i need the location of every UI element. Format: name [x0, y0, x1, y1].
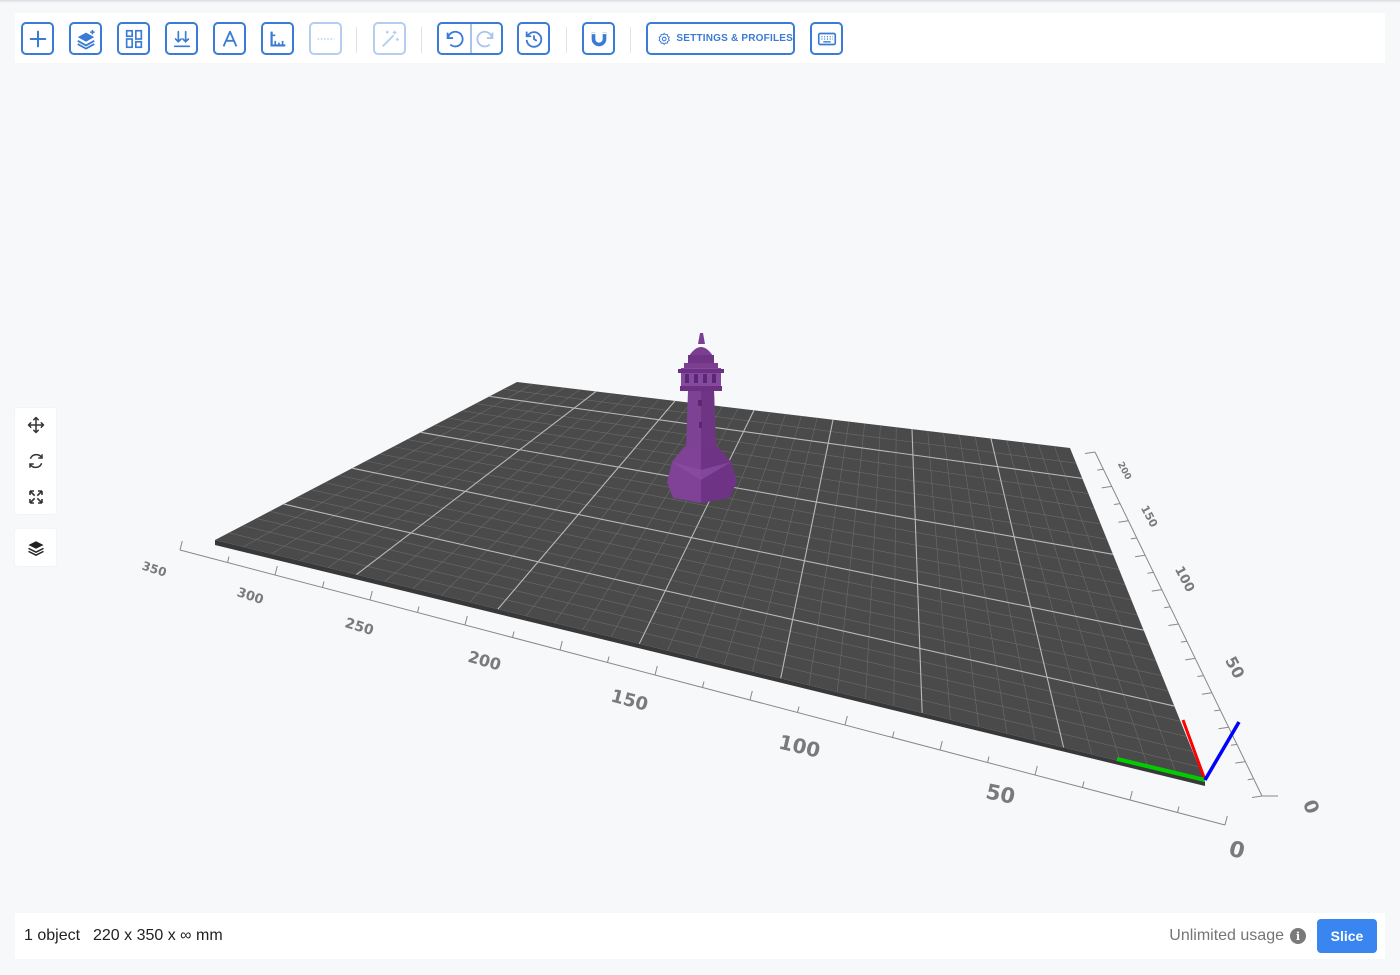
- toolbar-divider: [630, 27, 631, 53]
- x-axis-label: 200: [466, 647, 503, 674]
- toolbar-divider: [566, 27, 567, 53]
- undo-redo-group: [437, 22, 503, 55]
- x-axis-label: 100: [777, 730, 823, 763]
- keyboard-icon: [817, 32, 836, 45]
- redo-icon: [476, 30, 494, 47]
- y-axis-label: 150: [1138, 503, 1160, 530]
- settings-profiles-button[interactable]: SETTINGS & PROFILES: [646, 22, 795, 55]
- layers-plus-icon: [76, 29, 95, 50]
- slice-button[interactable]: Slice: [1317, 919, 1377, 953]
- undo-button[interactable]: [439, 24, 470, 53]
- text-a-icon: [222, 30, 237, 47]
- history-button[interactable]: [517, 22, 550, 55]
- y-axis-label: 200: [1115, 460, 1133, 481]
- toolbar-divider: [421, 27, 422, 53]
- x-axis-label: 50: [984, 779, 1018, 809]
- ruler-icon: [269, 31, 285, 47]
- layers-icon: [27, 540, 44, 556]
- drop-down-icon: [173, 30, 190, 47]
- x-axis-label: 350: [140, 559, 168, 580]
- arrange-button[interactable]: [117, 22, 150, 55]
- z-orientation-axis: [1203, 721, 1241, 781]
- rotate-tool[interactable]: [15, 444, 56, 478]
- scale-icon: [28, 490, 43, 504]
- settings-profiles-label: SETTINGS & PROFILES: [676, 33, 793, 44]
- move-tool[interactable]: [15, 408, 56, 442]
- keyboard-shortcuts-button[interactable]: [810, 22, 843, 55]
- rotate-icon: [28, 453, 43, 469]
- magnet-icon: [591, 32, 606, 46]
- x-axis-label: 150: [609, 686, 651, 716]
- info-icon[interactable]: i: [1290, 928, 1306, 944]
- object-count: 1 object: [24, 927, 81, 944]
- auto-fix-button[interactable]: [373, 22, 406, 55]
- history-icon: [525, 30, 542, 48]
- toolbar-divider: [356, 27, 357, 53]
- y-axis-label: 0: [1298, 797, 1323, 817]
- transform-tools-panel: [15, 408, 56, 514]
- move-icon: [27, 416, 44, 434]
- top-edge-shadow: [0, 0, 1400, 3]
- main-toolbar: SETTINGS & PROFILES: [15, 13, 1385, 63]
- cut-button[interactable]: [309, 22, 342, 55]
- y-axis-label: 50: [1221, 653, 1248, 682]
- status-bar: 1 object 220 x 350 x ∞ mm Unlimited usag…: [15, 913, 1385, 959]
- plus-icon: [29, 30, 46, 47]
- y-axis-label: 100: [1171, 564, 1197, 595]
- snap-button[interactable]: [582, 22, 615, 55]
- magic-wand-icon: [381, 30, 399, 47]
- add-object-button[interactable]: [21, 22, 54, 55]
- undo-icon: [447, 30, 465, 47]
- measure-button[interactable]: [261, 22, 294, 55]
- usage-label: Unlimited usage: [1169, 927, 1284, 944]
- x-axis-label: 250: [343, 615, 376, 639]
- scale-tool[interactable]: [15, 480, 56, 514]
- gear-icon: [658, 32, 670, 45]
- redo-button[interactable]: [469, 24, 501, 53]
- grid-icon: [125, 29, 142, 48]
- object-dimensions: 220 x 350 x ∞ mm: [93, 927, 223, 944]
- x-axis-label: 300: [235, 585, 265, 608]
- add-layer-button[interactable]: [69, 22, 102, 55]
- 3d-viewport[interactable]: 350 300 250 200 150 100 50 0 200 150 100…: [0, 63, 1400, 911]
- add-text-button[interactable]: [213, 22, 246, 55]
- x-axis-label: 0: [1226, 837, 1247, 865]
- dotted-line-icon: [317, 37, 334, 40]
- layers-tool[interactable]: [15, 529, 56, 566]
- drop-to-bed-button[interactable]: [165, 22, 198, 55]
